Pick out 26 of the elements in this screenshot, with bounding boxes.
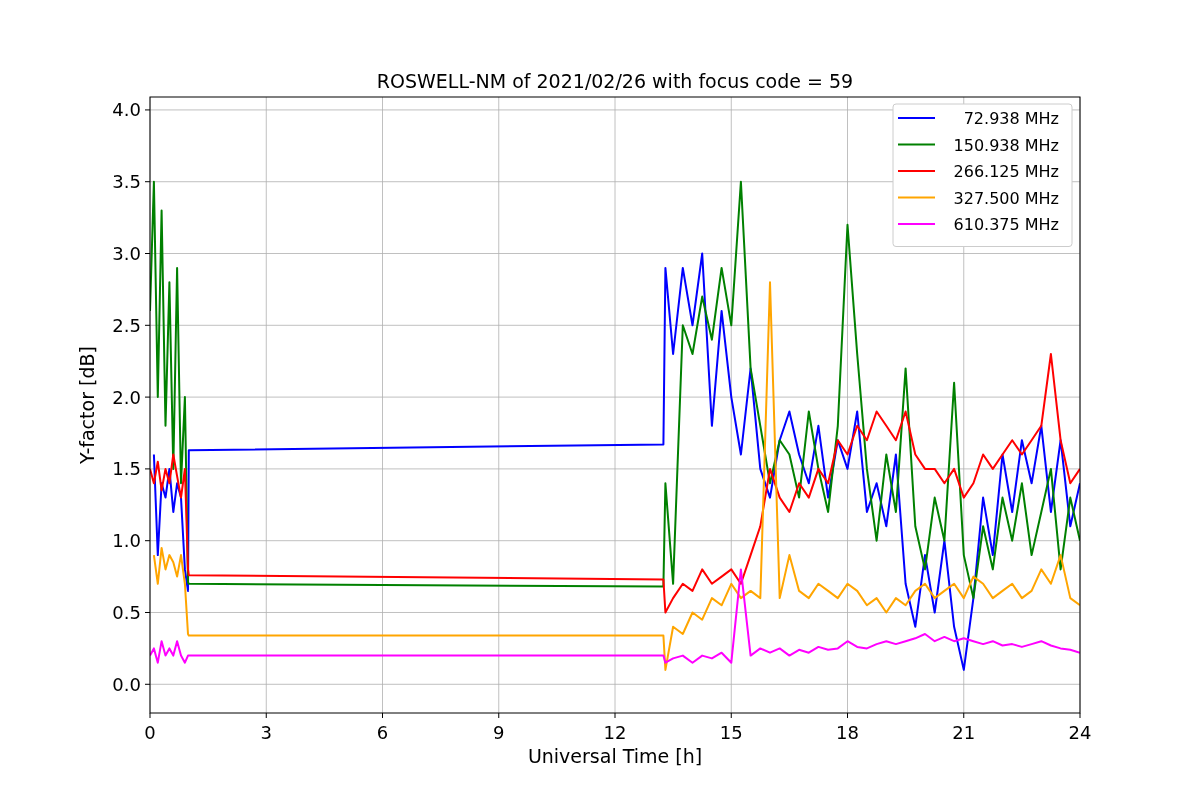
tick-label: 18 <box>836 722 859 743</box>
axis-label: Universal Time [h] <box>527 745 703 767</box>
tick-label: 21 <box>952 722 976 743</box>
tick-label: 3 <box>260 722 272 743</box>
tick-label: 2.0 <box>112 386 141 408</box>
tick-label: 0.0 <box>112 673 141 695</box>
legend-label: 327.500 MHz <box>953 188 1059 208</box>
legend-label: 150.938 MHz <box>953 135 1059 155</box>
tick-label: 9 <box>493 722 505 743</box>
axis-label: Y-factor [dB] <box>76 346 98 464</box>
legend-label: 610.375 MHz <box>953 215 1059 234</box>
tick-label: 1.5 <box>112 458 141 480</box>
legend-label: 72.938 MHz <box>963 109 1059 128</box>
tick-label: 12 <box>603 722 627 743</box>
legend-label: 266.125 MHz <box>953 162 1059 181</box>
tick-label: 4.0 <box>112 99 141 121</box>
tick-label: 3.5 <box>112 171 141 193</box>
tick-label: 24 <box>1068 722 1092 743</box>
tick-label: 6 <box>376 722 389 743</box>
tick-label: 0.5 <box>112 602 141 623</box>
tick-label: 1.0 <box>112 530 141 552</box>
tick-label: 3.0 <box>112 243 141 264</box>
tick-label: 15 <box>719 722 743 743</box>
tick-label: 2.5 <box>112 314 141 336</box>
chart-title: ROSWELL-NM of 2021/02/26 with focus code = 59 <box>376 70 854 92</box>
tick-label: 0 <box>144 722 156 743</box>
